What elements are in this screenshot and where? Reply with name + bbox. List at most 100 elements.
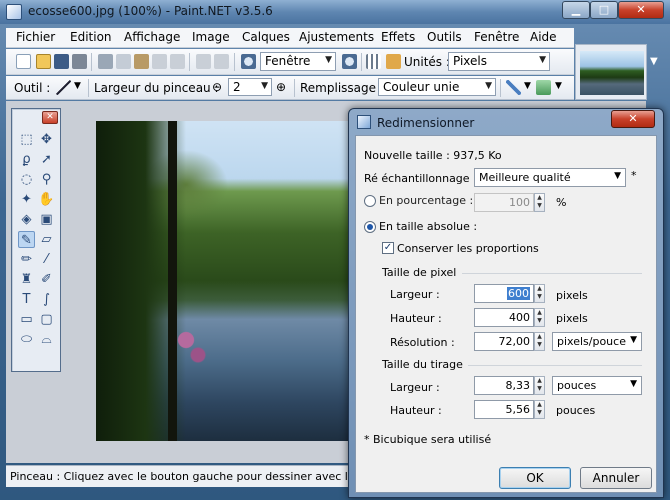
ok-button[interactable]: OK <box>499 467 571 489</box>
magic-wand-icon[interactable]: ✦ <box>18 191 35 208</box>
brush-icon[interactable] <box>56 80 71 95</box>
pan-icon[interactable]: ✋ <box>38 191 55 208</box>
brush-width-input[interactable]: 2 ▼ <box>228 78 272 96</box>
image-thumbnail[interactable] <box>580 51 644 95</box>
increase-width-icon[interactable]: ⊕ <box>276 80 286 94</box>
resolution-spinner[interactable]: ▲ ▼ <box>534 332 545 351</box>
zoom-out-icon[interactable] <box>241 54 256 69</box>
rounded-rectangle-icon[interactable]: ▢ <box>38 311 55 328</box>
crop-icon[interactable] <box>152 54 167 69</box>
percent-spinner[interactable]: ▲ ▼ <box>534 193 545 212</box>
menu-effets[interactable]: Effets <box>381 30 415 44</box>
resampling-combo[interactable]: Meilleure qualité ▼ <box>474 168 626 187</box>
zoom-in-icon[interactable] <box>342 54 357 69</box>
undo-icon[interactable] <box>196 54 211 69</box>
ruler-icon[interactable] <box>386 54 401 69</box>
toolbar-separator <box>189 53 190 71</box>
print-height-spinner[interactable]: ▲ ▼ <box>534 400 545 419</box>
chevron-down-icon[interactable]: ▼ <box>74 81 81 91</box>
recolor-icon[interactable]: ✐ <box>38 271 55 288</box>
units-label: Unités : <box>404 55 450 69</box>
menu-calques[interactable]: Calques <box>242 30 290 44</box>
resolution-unit-combo[interactable]: pixels/pouce ▼ <box>552 332 642 351</box>
new-file-icon[interactable] <box>16 54 31 69</box>
menu-image[interactable]: Image <box>192 30 230 44</box>
antialiasing-icon[interactable] <box>506 80 521 95</box>
lasso-select-icon[interactable]: ϼ <box>18 151 35 168</box>
grid-icon[interactable] <box>366 54 381 69</box>
by-percent-label[interactable]: En pourcentage : <box>379 194 473 207</box>
menu-outils[interactable]: Outils <box>427 30 462 44</box>
resolution-input[interactable]: 72,00 <box>474 332 534 351</box>
text-tool-icon[interactable]: T <box>18 291 35 308</box>
chevron-down-icon[interactable]: ▼ <box>524 81 531 91</box>
title-bar[interactable]: ecosse600.jpg (100%) - Paint.NET v3.5.6 … <box>0 0 670 24</box>
paint-bucket-icon[interactable]: ◈ <box>18 211 35 228</box>
save-icon[interactable] <box>54 54 69 69</box>
print-icon[interactable] <box>72 54 87 69</box>
gradient-icon[interactable]: ▣ <box>38 211 55 228</box>
dialog-close-button[interactable]: ✕ <box>611 110 655 128</box>
ellipse-shape-icon[interactable]: ⬭ <box>18 331 35 348</box>
ellipse-select-icon[interactable]: ◌ <box>18 171 35 188</box>
cut-icon[interactable] <box>98 54 113 69</box>
zoom-tool-icon[interactable]: ⚲ <box>38 171 55 188</box>
image-thumbnail-panel[interactable] <box>575 44 647 100</box>
zoom-combo[interactable]: Fenêtre ▼ <box>260 52 336 71</box>
absolute-size-radio[interactable] <box>364 221 376 233</box>
width-input[interactable]: 600 <box>474 284 534 303</box>
paste-icon[interactable] <box>134 54 149 69</box>
menu-fichier[interactable]: Fichier <box>16 30 55 44</box>
maximize-button[interactable]: □ <box>590 1 618 19</box>
eraser-icon[interactable]: ▱ <box>38 231 55 248</box>
blend-mode-icon[interactable] <box>536 80 551 95</box>
width-spinner[interactable]: ▲ ▼ <box>534 284 545 303</box>
pencil-icon[interactable]: ✏ <box>18 251 35 268</box>
paintbrush-icon[interactable]: ✎ <box>18 231 35 248</box>
print-height-input[interactable]: 5,56 <box>474 400 534 419</box>
height-spinner[interactable]: ▲ ▼ <box>534 308 545 327</box>
close-button[interactable]: ✕ <box>618 1 664 19</box>
rectangle-select-icon[interactable]: ⬚ <box>18 131 35 148</box>
keep-ratio-checkbox[interactable]: ✓ <box>382 242 394 254</box>
tools-close-button[interactable]: ✕ <box>42 111 58 124</box>
freeform-shape-icon[interactable]: ⌓ <box>38 331 55 348</box>
print-width-input[interactable]: 8,33 <box>474 376 534 395</box>
move-selected-icon[interactable]: ➚ <box>38 151 55 168</box>
print-unit-combo[interactable]: pouces ▼ <box>552 376 642 395</box>
percent-value: 100 <box>509 196 530 209</box>
print-width-value: 8,33 <box>505 379 531 392</box>
menu-affichage[interactable]: Affichage <box>124 30 180 44</box>
line-curve-icon[interactable]: ∫ <box>38 291 55 308</box>
by-percent-radio[interactable] <box>364 195 376 207</box>
brush-width-label: Largeur du pinceau : <box>94 81 219 95</box>
menu-fenetre[interactable]: Fenêtre <box>474 30 519 44</box>
menu-edition[interactable]: Edition <box>70 30 112 44</box>
chevron-down-icon[interactable]: ▼ <box>555 81 562 91</box>
chevron-down-icon[interactable]: ▼ <box>650 56 658 67</box>
print-width-spinner[interactable]: ▲ ▼ <box>534 376 545 395</box>
color-picker-icon[interactable]: ⁄ <box>38 251 55 268</box>
clone-stamp-icon[interactable]: ♜ <box>18 271 35 288</box>
rectangle-shape-icon[interactable]: ▭ <box>18 311 35 328</box>
fill-combo[interactable]: Couleur unie ▼ <box>378 78 496 96</box>
canvas-image-flowers <box>170 320 210 370</box>
percent-input[interactable]: 100 <box>474 193 534 212</box>
height-input[interactable]: 400 <box>474 308 534 327</box>
open-file-icon[interactable] <box>36 54 51 69</box>
canvas-image-trunk <box>168 121 177 441</box>
redo-icon[interactable] <box>214 54 229 69</box>
decrease-width-icon[interactable]: ⊖ <box>212 80 222 94</box>
absolute-size-label[interactable]: En taille absolue : <box>379 220 477 233</box>
move-selection-icon[interactable]: ✥ <box>38 131 55 148</box>
minimize-button[interactable]: ▁ <box>562 1 590 19</box>
menu-ajustements[interactable]: Ajustements <box>299 30 374 44</box>
pixel-size-header: Taille de pixel <box>382 266 457 279</box>
cancel-button[interactable]: Annuler <box>580 467 652 489</box>
height-label: Hauteur : <box>390 312 442 325</box>
copy-icon[interactable] <box>116 54 131 69</box>
menu-aide[interactable]: Aide <box>530 30 557 44</box>
keep-ratio-label[interactable]: Conserver les proportions <box>397 242 539 255</box>
units-combo[interactable]: Pixels ▼ <box>448 52 550 71</box>
deselect-icon[interactable] <box>170 54 185 69</box>
